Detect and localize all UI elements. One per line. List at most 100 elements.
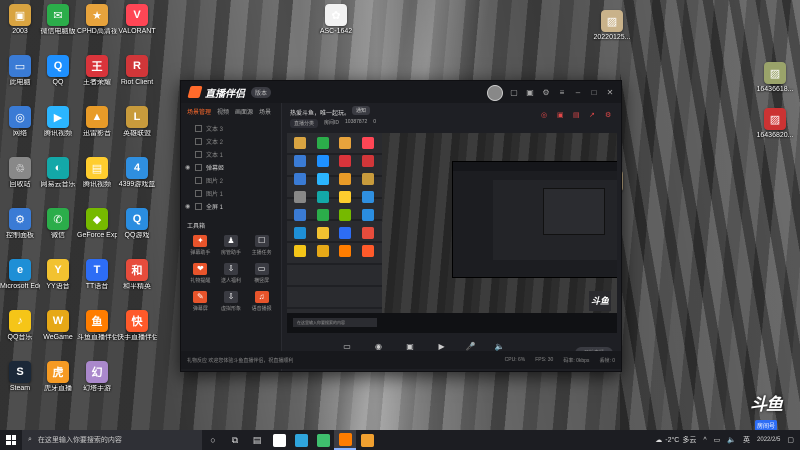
shop-icon[interactable]: ▤ [573, 112, 581, 120]
desktop-icon[interactable]: ▤ 腾讯视频 [77, 157, 117, 189]
speaker-icon[interactable]: 🔈 [727, 436, 736, 444]
desktop-icon[interactable]: ◆ GeForce Experience [77, 208, 117, 240]
desktop-icon[interactable]: Q QQ游戏 [117, 208, 157, 240]
desktop-icon-label: Riot Client [120, 79, 154, 86]
desktop-icon[interactable]: 和和平精英 [117, 259, 157, 291]
desktop-icon[interactable]: ▣ 2003 [0, 4, 40, 36]
message-icon[interactable]: ▢ [509, 88, 519, 98]
clock[interactable]: 2022/2/5 [757, 437, 780, 444]
scene-item[interactable]: 文本 2 [185, 135, 277, 148]
desktop-icon[interactable]: ♪ QQ音乐 [0, 310, 40, 342]
close-icon[interactable]: ✕ [605, 88, 615, 98]
menu-icon[interactable]: ≡ [557, 88, 567, 98]
desktop-icon[interactable]: ▲ 迅雷影音 [77, 106, 117, 138]
taskbar-app-green-app[interactable] [312, 430, 334, 450]
eye-icon[interactable]: ◉ [185, 203, 191, 210]
scene-item[interactable]: 文本 1 [185, 148, 277, 161]
tool-item[interactable]: ⇩ 送人福利 [216, 263, 247, 284]
desktop-icon[interactable]: ◎ 网络 [0, 106, 40, 138]
eye-icon[interactable]: ◉ [185, 164, 191, 171]
sidebar-tab[interactable]: 场景管理 [187, 107, 211, 116]
stream-preview[interactable]: 在这里输入你要搜索的内容 斗鱼 [287, 133, 617, 333]
desktop-icon[interactable]: 鱼斗鱼直播伴侣 [77, 310, 117, 342]
desktop-icon[interactable]: 王王者荣耀 [77, 55, 117, 87]
live-assistant-window[interactable]: 直播伴侣 版本 ▢ ▣ ⚙ ≡ – □ ✕ 场景管理 视频 画面源 场景 文本 3 文本… [180, 80, 622, 372]
desktop-icon[interactable]: ▭ 此电脑 [0, 55, 40, 87]
preview-wallpaper [382, 133, 617, 313]
user-avatar[interactable] [487, 85, 503, 101]
desktop-icon[interactable]: Q QQ [38, 55, 78, 87]
tool-item[interactable]: ⇩ 虚拟形象 [216, 291, 247, 312]
tool-item[interactable]: ✦ 弹幕助手 [185, 235, 216, 256]
desktop-icon[interactable]: W WeGame [38, 310, 78, 342]
taskbar-app-task-view[interactable] [268, 430, 290, 450]
category-pill[interactable]: 直播分类 [290, 119, 319, 128]
cortana-icon[interactable]: ○ [202, 430, 224, 450]
taskbar-search[interactable]: ⌕ 在这里输入你要搜索的内容 [22, 430, 202, 450]
desktop-icon[interactable]: Y YY语音 [38, 259, 78, 291]
desktop-icon[interactable]: 虎虎牙直播 [38, 361, 78, 393]
scene-item[interactable]: ◉ 全屏 1 [185, 200, 277, 213]
explorer-icon[interactable]: ▤ [246, 430, 268, 450]
tool-item[interactable]: ♟ 房管助手 [216, 235, 247, 256]
desktop-icon-label: 此电脑 [9, 79, 31, 86]
desktop-icon[interactable]: S Steam [0, 361, 40, 393]
version-badge[interactable]: 版本 [251, 86, 272, 98]
sidebar-tab[interactable]: 场景 [259, 107, 271, 116]
preview-app-icon [339, 209, 352, 221]
sidebar-tab[interactable]: 画面源 [235, 107, 253, 116]
tool-item[interactable]: ✎ 弹幕屏 [185, 291, 216, 312]
gift-icon[interactable]: ▣ [525, 88, 535, 98]
desktop-icon[interactable]: ▨ 20220125... [592, 10, 632, 42]
desktop-icon[interactable]: 快快手直播伴侣 [117, 310, 157, 342]
scene-item[interactable]: 图片 2 [185, 174, 277, 187]
taskbar-app-edge-like[interactable] [290, 430, 312, 450]
record-icon[interactable]: ◎ [541, 112, 549, 120]
app-titlebar[interactable]: 直播伴侣 版本 ▢ ▣ ⚙ ≡ – □ ✕ [181, 81, 621, 103]
desktop-icon[interactable]: ▨ 16436820... [755, 108, 795, 140]
minimize-icon[interactable]: – [573, 88, 583, 98]
gear-icon[interactable]: ⚙ [541, 88, 551, 98]
weather-widget[interactable]: ☁ -2°C 多云 [655, 435, 696, 445]
desktop-icon[interactable]: T TT语音 [77, 259, 117, 291]
start-button[interactable] [0, 430, 22, 450]
desktop-icon[interactable]: ★ CPHD高清视频大全 [77, 4, 117, 36]
tool-item[interactable]: ♫ 语音播报 [246, 291, 277, 312]
desktop-icon[interactable]: ✿ ASC-1642 [316, 4, 356, 36]
desktop-icon[interactable]: ▶ 腾讯视频 [38, 106, 78, 138]
taskbar-app-doc-app[interactable] [356, 430, 378, 450]
notice-button[interactable]: 通知 [352, 106, 371, 115]
desktop-icon[interactable]: L 英雄联盟 [117, 106, 157, 138]
desktop-icon[interactable]: ⚙ 控制面板 [0, 208, 40, 240]
maximize-icon[interactable]: □ [589, 88, 599, 98]
tool-item[interactable]: ❤ 礼物提醒 [185, 263, 216, 284]
share-icon[interactable]: ↗ [589, 112, 597, 120]
desktop-icon[interactable]: ✆ 微信 [38, 208, 78, 240]
desktop-icon[interactable]: ▨ 16436618... [755, 62, 795, 94]
scene-item[interactable]: 图片 1 [185, 187, 277, 200]
scene-item[interactable]: ◉ 弹幕姬 [185, 161, 277, 174]
lock-icon[interactable]: ▣ [557, 112, 565, 120]
desktop-icon[interactable]: V VALORANT [117, 4, 157, 36]
ime-icon[interactable]: 英 [743, 435, 750, 445]
desktop-icon[interactable]: ✉ 微信电脑版 [38, 4, 78, 36]
task-view-icon[interactable]: ⧉ [224, 430, 246, 450]
weather-desc: 多云 [682, 437, 697, 444]
network-icon[interactable]: ▭ [714, 436, 721, 444]
chevron-up-icon[interactable]: ^ [703, 437, 706, 444]
app-icon: ▨ [764, 62, 786, 84]
settings-icon[interactable]: ⚙ [605, 112, 613, 120]
tool-item[interactable]: ☐ 主播任务 [246, 235, 277, 256]
desktop-icon[interactable]: ◐ 网易云音乐 [38, 157, 78, 189]
sidebar-tab[interactable]: 视频 [217, 107, 229, 116]
scene-item[interactable]: 文本 3 [185, 122, 277, 135]
taskbar-app-douyu-app[interactable] [334, 430, 356, 450]
desktop-icon[interactable]: e Microsoft Edge [0, 259, 40, 291]
desktop-icon[interactable]: R Riot Client [117, 55, 157, 87]
desktop-icon[interactable]: 幻幻塔手游 [77, 361, 117, 393]
notification-icon[interactable]: ▢ [787, 436, 794, 444]
preview-app-icon [316, 191, 329, 203]
tool-item[interactable]: ▭ 横竖屏 [246, 263, 277, 284]
desktop-icon[interactable]: 4 4399游戏盒 [117, 157, 157, 189]
desktop-icon[interactable]: ♲ 回收站 [0, 157, 40, 189]
